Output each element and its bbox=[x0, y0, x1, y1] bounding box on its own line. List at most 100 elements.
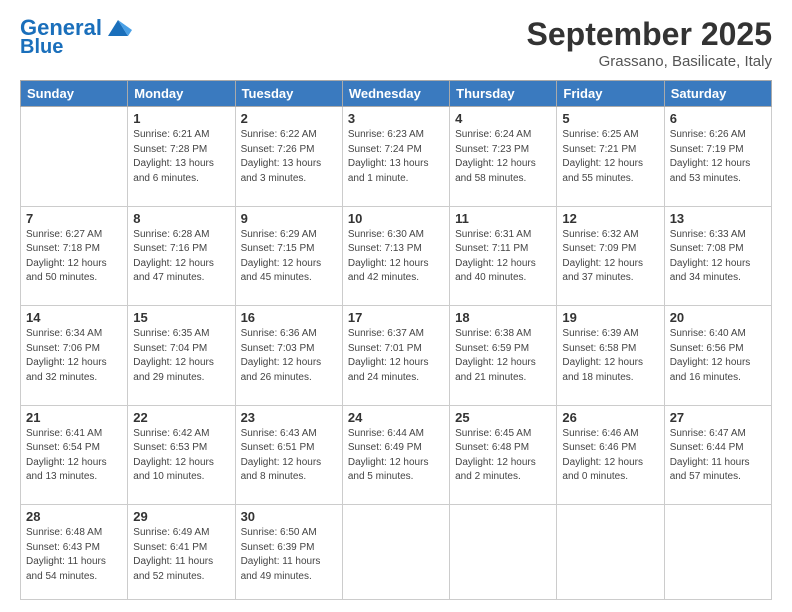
calendar-cell: 14Sunrise: 6:34 AMSunset: 7:06 PMDayligh… bbox=[21, 306, 128, 406]
day-info: Sunrise: 6:26 AMSunset: 7:19 PMDaylight:… bbox=[670, 128, 766, 186]
calendar-cell: 15 Sunrise: 6:35 AMSunset: 7:04 PMDayligh… bbox=[128, 306, 235, 406]
day-number: 17 bbox=[348, 310, 444, 325]
day-info: Sunrise: 6:32 AMSunset: 7:09 PMDaylight:… bbox=[562, 228, 658, 286]
day-number: 25 bbox=[455, 410, 551, 425]
logo-area: General Blue bbox=[20, 16, 132, 58]
calendar-cell: 5 Sunrise: 6:25 AMSunset: 7:21 PMDaylight… bbox=[557, 107, 664, 207]
day-info: Sunrise: 6:28 AMSunset: 7:16 PMDaylight:… bbox=[133, 228, 229, 286]
day-info: Sunrise: 6:38 AMSunset: 6:59 PMDaylight:… bbox=[455, 327, 551, 385]
day-info: Sunrise: 6:27 AMSunset: 7:18 PMDaylight:… bbox=[26, 228, 122, 286]
title-area: September 2025 Grassano, Basilicate, Ita… bbox=[527, 16, 772, 70]
calendar-cell: 10 Sunrise: 6:30 AMSunset: 7:13 PMDayligh… bbox=[342, 206, 449, 306]
day-info: Sunrise: 6:50 AMSunset: 6:39 PMDaylight:… bbox=[241, 526, 337, 584]
page: General Blue September 2025 Grassano, Ba… bbox=[0, 0, 792, 612]
calendar-cell: 7 Sunrise: 6:27 AMSunset: 7:18 PMDaylight… bbox=[21, 206, 128, 306]
calendar-cell: 17 Sunrise: 6:37 AMSunset: 7:01 PMDayligh… bbox=[342, 306, 449, 406]
calendar-cell bbox=[557, 505, 664, 600]
calendar-cell: 29 Sunrise: 6:49 AMSunset: 6:41 PMDayligh… bbox=[128, 505, 235, 600]
day-info: Sunrise: 6:46 AMSunset: 6:46 PMDaylight:… bbox=[562, 427, 658, 485]
day-number: 1 bbox=[133, 111, 229, 126]
location-title: Grassano, Basilicate, Italy bbox=[527, 53, 772, 70]
calendar-cell: 20Sunrise: 6:40 AMSunset: 6:56 PMDayligh… bbox=[664, 306, 771, 406]
day-info: Sunrise: 6:45 AMSunset: 6:48 PMDaylight:… bbox=[455, 427, 551, 485]
calendar-cell: 3Sunrise: 6:23 AMSunset: 7:24 PMDaylight… bbox=[342, 107, 449, 207]
day-info: Sunrise: 6:21 AMSunset: 7:28 PMDaylight:… bbox=[133, 128, 229, 186]
day-info: Sunrise: 6:33 AMSunset: 7:08 PMDaylight:… bbox=[670, 228, 766, 286]
day-number: 23 bbox=[241, 410, 337, 425]
calendar-cell: 24Sunrise: 6:44 AMSunset: 6:49 PMDayligh… bbox=[342, 405, 449, 505]
calendar-cell: 9 Sunrise: 6:29 AMSunset: 7:15 PMDaylight… bbox=[235, 206, 342, 306]
calendar-cell: 2Sunrise: 6:22 AMSunset: 7:26 PMDaylight… bbox=[235, 107, 342, 207]
calendar-cell: 19 Sunrise: 6:39 AMSunset: 6:58 PMDayligh… bbox=[557, 306, 664, 406]
day-number: 28 bbox=[26, 509, 122, 524]
day-number: 18 bbox=[455, 310, 551, 325]
calendar-cell: 4 Sunrise: 6:24 AMSunset: 7:23 PMDaylight… bbox=[450, 107, 557, 207]
calendar-week-2: 7 Sunrise: 6:27 AMSunset: 7:18 PMDaylight… bbox=[21, 206, 772, 306]
day-info: Sunrise: 6:44 AMSunset: 6:49 PMDaylight:… bbox=[348, 427, 444, 485]
day-number: 27 bbox=[670, 410, 766, 425]
day-info: Sunrise: 6:39 AMSunset: 6:58 PMDaylight:… bbox=[562, 327, 658, 385]
day-number: 29 bbox=[133, 509, 229, 524]
day-info: Sunrise: 6:22 AMSunset: 7:26 PMDaylight:… bbox=[241, 128, 337, 186]
logo-icon bbox=[104, 16, 132, 40]
day-info: Sunrise: 6:41 AMSunset: 6:54 PMDaylight:… bbox=[26, 427, 122, 485]
day-header-thursday: Thursday bbox=[450, 81, 557, 107]
calendar-week-5: 28 Sunrise: 6:48 AMSunset: 6:43 PMDayligh… bbox=[21, 505, 772, 600]
day-header-friday: Friday bbox=[557, 81, 664, 107]
day-number: 5 bbox=[562, 111, 658, 126]
day-info: Sunrise: 6:24 AMSunset: 7:23 PMDaylight:… bbox=[455, 128, 551, 186]
day-header-wednesday: Wednesday bbox=[342, 81, 449, 107]
day-info: Sunrise: 6:31 AMSunset: 7:11 PMDaylight:… bbox=[455, 228, 551, 286]
day-number: 7 bbox=[26, 211, 122, 226]
month-title: September 2025 bbox=[527, 16, 772, 53]
day-header-tuesday: Tuesday bbox=[235, 81, 342, 107]
day-number: 4 bbox=[455, 111, 551, 126]
day-number: 8 bbox=[133, 211, 229, 226]
day-number: 12 bbox=[562, 211, 658, 226]
day-number: 20 bbox=[670, 310, 766, 325]
day-number: 11 bbox=[455, 211, 551, 226]
day-info: Sunrise: 6:25 AMSunset: 7:21 PMDaylight:… bbox=[562, 128, 658, 186]
day-info: Sunrise: 6:35 AMSunset: 7:04 PMDaylight:… bbox=[133, 327, 229, 385]
day-info: Sunrise: 6:37 AMSunset: 7:01 PMDaylight:… bbox=[348, 327, 444, 385]
calendar-week-4: 21 Sunrise: 6:41 AMSunset: 6:54 PMDayligh… bbox=[21, 405, 772, 505]
day-number: 21 bbox=[26, 410, 122, 425]
calendar-cell bbox=[21, 107, 128, 207]
day-info: Sunrise: 6:30 AMSunset: 7:13 PMDaylight:… bbox=[348, 228, 444, 286]
calendar-week-1: 1 Sunrise: 6:21 AMSunset: 7:28 PMDaylight… bbox=[21, 107, 772, 207]
calendar-cell: 26 Sunrise: 6:46 AMSunset: 6:46 PMDayligh… bbox=[557, 405, 664, 505]
calendar-cell: 16Sunrise: 6:36 AMSunset: 7:03 PMDayligh… bbox=[235, 306, 342, 406]
day-header-monday: Monday bbox=[128, 81, 235, 107]
day-info: Sunrise: 6:49 AMSunset: 6:41 PMDaylight:… bbox=[133, 526, 229, 584]
calendar-cell: 6 Sunrise: 6:26 AMSunset: 7:19 PMDaylight… bbox=[664, 107, 771, 207]
calendar-cell bbox=[342, 505, 449, 600]
calendar-header-row: SundayMondayTuesdayWednesdayThursdayFrid… bbox=[21, 81, 772, 107]
calendar-cell: 13 Sunrise: 6:33 AMSunset: 7:08 PMDayligh… bbox=[664, 206, 771, 306]
day-number: 13 bbox=[670, 211, 766, 226]
calendar-cell: 12 Sunrise: 6:32 AMSunset: 7:09 PMDayligh… bbox=[557, 206, 664, 306]
day-info: Sunrise: 6:48 AMSunset: 6:43 PMDaylight:… bbox=[26, 526, 122, 584]
calendar-cell bbox=[664, 505, 771, 600]
calendar-cell: 11 Sunrise: 6:31 AMSunset: 7:11 PMDayligh… bbox=[450, 206, 557, 306]
calendar-cell: 22Sunrise: 6:42 AMSunset: 6:53 PMDayligh… bbox=[128, 405, 235, 505]
day-header-saturday: Saturday bbox=[664, 81, 771, 107]
day-number: 30 bbox=[241, 509, 337, 524]
calendar-cell: 25 Sunrise: 6:45 AMSunset: 6:48 PMDayligh… bbox=[450, 405, 557, 505]
day-info: Sunrise: 6:23 AMSunset: 7:24 PMDaylight:… bbox=[348, 128, 444, 186]
day-number: 15 bbox=[133, 310, 229, 325]
calendar-cell: 18 Sunrise: 6:38 AMSunset: 6:59 PMDayligh… bbox=[450, 306, 557, 406]
calendar-cell: 23 Sunrise: 6:43 AMSunset: 6:51 PMDayligh… bbox=[235, 405, 342, 505]
day-number: 6 bbox=[670, 111, 766, 126]
day-info: Sunrise: 6:43 AMSunset: 6:51 PMDaylight:… bbox=[241, 427, 337, 485]
day-number: 19 bbox=[562, 310, 658, 325]
day-number: 22 bbox=[133, 410, 229, 425]
day-number: 10 bbox=[348, 211, 444, 226]
day-number: 26 bbox=[562, 410, 658, 425]
header: General Blue September 2025 Grassano, Ba… bbox=[20, 16, 772, 70]
day-number: 9 bbox=[241, 211, 337, 226]
day-info: Sunrise: 6:29 AMSunset: 7:15 PMDaylight:… bbox=[241, 228, 337, 286]
calendar-cell bbox=[450, 505, 557, 600]
calendar-week-3: 14Sunrise: 6:34 AMSunset: 7:06 PMDayligh… bbox=[21, 306, 772, 406]
calendar-cell: 28 Sunrise: 6:48 AMSunset: 6:43 PMDayligh… bbox=[21, 505, 128, 600]
day-header-sunday: Sunday bbox=[21, 81, 128, 107]
